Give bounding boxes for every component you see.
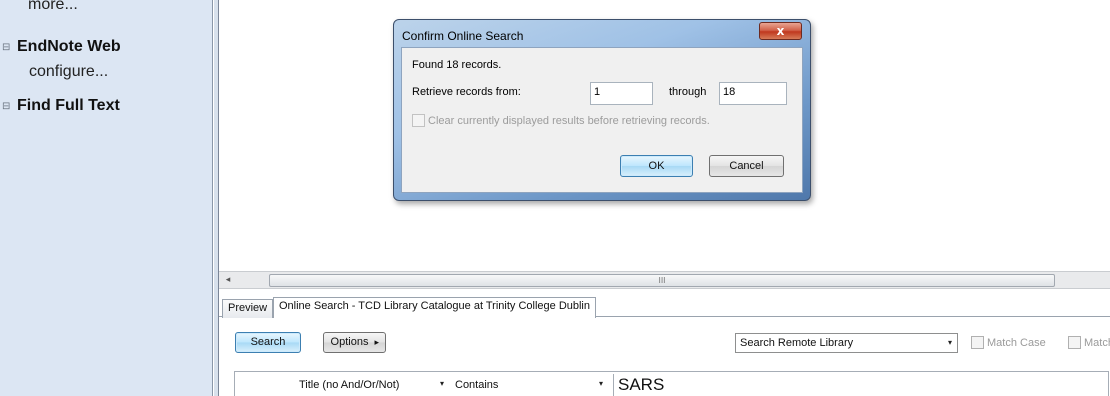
search-button[interactable]: Search xyxy=(235,332,301,353)
field-select-value: Title (no And/Or/Not) xyxy=(299,379,400,391)
endnote-web-heading[interactable]: EndNote Web xyxy=(17,38,121,56)
search-mode-value: Search Remote Library xyxy=(740,337,854,349)
sidebar: more... ⊟ EndNote Web configure... ⊟ Fin… xyxy=(0,0,213,396)
from-record-input[interactable]: 1 xyxy=(590,82,653,105)
bottom-panel: Preview Online Search - TCD Library Cata… xyxy=(219,289,1110,396)
clear-results-label: Clear currently displayed results before… xyxy=(428,115,710,127)
cancel-button[interactable]: Cancel xyxy=(709,155,784,177)
endnote-web-expander-icon[interactable]: ⊟ xyxy=(2,42,10,53)
found-records-text: Found 18 records. xyxy=(412,59,502,71)
scroll-thumb[interactable]: III xyxy=(269,274,1055,287)
scroll-grip-icon: III xyxy=(658,276,666,285)
more-link[interactable]: more... xyxy=(28,0,78,14)
search-term-input[interactable]: SARS xyxy=(613,374,1109,396)
dialog-body: Found 18 records. Retrieve records from:… xyxy=(401,47,803,193)
tab-bar: Preview Online Search - TCD Library Cata… xyxy=(219,297,1110,319)
operator-select[interactable]: Contains ▾ xyxy=(455,379,603,395)
search-mode-select[interactable]: Search Remote Library ▾ xyxy=(735,333,958,353)
chevron-down-icon: ▾ xyxy=(439,379,444,388)
ok-button[interactable]: OK xyxy=(620,155,693,177)
find-full-text-expander-icon[interactable]: ⊟ xyxy=(2,101,10,112)
app-window: more... ⊟ EndNote Web configure... ⊟ Fin… xyxy=(0,0,1110,396)
options-button[interactable]: Options ▸ xyxy=(323,332,386,353)
match-words-label: Match xyxy=(1084,337,1110,349)
close-icon[interactable]: x xyxy=(759,22,802,40)
search-criteria-row: Title (no And/Or/Not) ▾ Contains ▾ SARS xyxy=(234,371,1109,396)
to-record-input[interactable]: 18 xyxy=(719,82,787,105)
options-label: Options xyxy=(330,336,369,348)
clear-results-checkbox[interactable] xyxy=(412,114,425,127)
match-case-option[interactable]: Match Case xyxy=(971,336,1046,349)
options-arrow-icon: ▸ xyxy=(374,337,379,347)
match-words-option[interactable]: Match xyxy=(1068,336,1110,349)
confirm-online-search-dialog: Confirm Online Search x Found 18 records… xyxy=(393,19,811,201)
match-words-checkbox[interactable] xyxy=(1068,336,1081,349)
tab-preview[interactable]: Preview xyxy=(222,299,274,318)
match-case-label: Match Case xyxy=(987,337,1046,349)
field-select[interactable]: Title (no And/Or/Not) ▾ xyxy=(299,379,444,395)
retrieve-from-label: Retrieve records from: xyxy=(412,86,521,98)
chevron-down-icon: ▾ xyxy=(947,338,952,347)
operator-select-value: Contains xyxy=(455,379,499,391)
find-full-text-heading[interactable]: Find Full Text xyxy=(17,97,120,115)
clear-results-option[interactable]: Clear currently displayed results before… xyxy=(412,114,710,127)
scroll-left-icon[interactable]: ◂ xyxy=(221,274,235,287)
chevron-down-icon: ▾ xyxy=(598,379,603,388)
dialog-title: Confirm Online Search xyxy=(402,29,524,43)
horizontal-scrollbar[interactable]: ◂ III xyxy=(219,271,1110,289)
tab-online-search[interactable]: Online Search - TCD Library Catalogue at… xyxy=(273,297,596,319)
through-label: through xyxy=(669,86,707,98)
configure-link[interactable]: configure... xyxy=(29,63,108,81)
match-case-checkbox[interactable] xyxy=(971,336,984,349)
